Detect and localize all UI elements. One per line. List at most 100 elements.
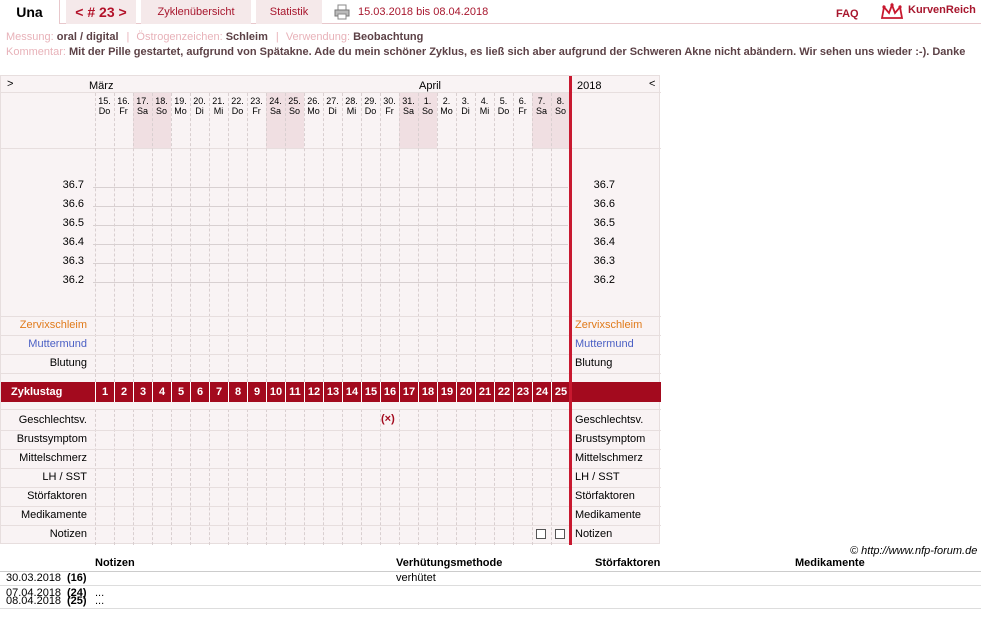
cycle-chart: > < März April 2018 15. Do 16. Fr 17. Sa 18. So… (0, 75, 661, 545)
zyklustag-number[interactable]: 13 (323, 382, 342, 402)
day-header[interactable]: 15. Do (95, 96, 114, 116)
row-date: 08.04.2018 (6, 595, 62, 607)
crown-logo-icon[interactable] (880, 2, 904, 22)
day-weekday: Di (195, 106, 204, 116)
table-row[interactable]: 08.04.2018 (25) ... (0, 595, 981, 609)
day-date: 7. (537, 96, 546, 106)
zyklustag-number[interactable]: 9 (247, 382, 266, 402)
zyklustag-number[interactable]: 22 (494, 382, 513, 402)
zyklustag-number[interactable]: 4 (152, 382, 171, 402)
temp-label-right: 36.3 (593, 255, 615, 267)
row-label-zervixschleim-right: Zervixschleim (575, 319, 643, 331)
day-header[interactable]: 21. Mi (209, 96, 228, 116)
day-date: 4. (480, 96, 489, 106)
zyklustag-number[interactable]: 8 (228, 382, 247, 402)
day-date: 16. (117, 96, 130, 106)
zyklustag-number[interactable]: 19 (437, 382, 456, 402)
oestrogen-value: Schleim (225, 31, 268, 43)
row-label-blutung: Blutung (49, 357, 87, 369)
row-label-stoerfaktoren: Störfaktoren (27, 490, 87, 502)
temp-gridline (93, 244, 568, 245)
zyklustag-number[interactable]: 24 (532, 382, 551, 402)
day-gridline (399, 93, 400, 382)
day-header[interactable]: 24. Sa (266, 96, 285, 116)
tab-statistics[interactable]: Statistik (256, 0, 322, 24)
day-header[interactable]: 20. Di (190, 96, 209, 116)
zyklustag-number[interactable]: 6 (190, 382, 209, 402)
chart-nav-left-button[interactable]: > (7, 78, 13, 90)
day-header[interactable]: 22. Do (228, 96, 247, 116)
user-name: Una (0, 0, 60, 24)
table-row[interactable]: 30.03.2018 (16) verhütet (0, 572, 981, 586)
day-gridline (494, 93, 495, 382)
zyklustag-number[interactable]: 11 (285, 382, 304, 402)
zyklustag-number[interactable]: 17 (399, 382, 418, 402)
day-header[interactable]: 3. Di (456, 96, 475, 116)
zyklustag-number[interactable]: 7 (209, 382, 228, 402)
zyklustag-number[interactable]: 10 (266, 382, 285, 402)
day-header[interactable]: 6. Fr (513, 96, 532, 116)
day-header[interactable]: 5. Do (494, 96, 513, 116)
day-weekday: Fr (518, 106, 527, 116)
day-gridline (456, 93, 457, 382)
zyklustag-number[interactable]: 5 (171, 382, 190, 402)
row-label-mittelschmerz-right: Mittelschmerz (575, 452, 643, 464)
zyklustag-number[interactable]: 15 (361, 382, 380, 402)
day-weekday: Di (461, 106, 470, 116)
day-header[interactable]: 8. So (551, 96, 570, 116)
row-label-muttermund-right: Muttermund (575, 338, 634, 350)
tab-cycle-overview[interactable]: Zyklenübersicht (141, 0, 251, 24)
note-icon[interactable] (555, 529, 565, 539)
row-note: ... (95, 595, 105, 607)
day-weekday: Fr (385, 106, 394, 116)
day-header[interactable]: 1. So (418, 96, 437, 116)
day-header[interactable]: 28. Mi (342, 96, 361, 116)
col-header-medikamente: Medikamente (795, 557, 865, 569)
day-header[interactable]: 29. Do (361, 96, 380, 116)
day-header[interactable]: 23. Fr (247, 96, 266, 116)
day-header[interactable]: 18. So (152, 96, 171, 116)
zyklustag-number[interactable]: 23 (513, 382, 532, 402)
day-header[interactable]: 17. Sa (133, 96, 152, 116)
zyklustag-number[interactable]: 21 (475, 382, 494, 402)
day-date: 21. (212, 96, 225, 106)
day-date: 30. (383, 96, 396, 106)
day-header[interactable]: 7. Sa (532, 96, 551, 116)
zyklustag-number[interactable]: 18 (418, 382, 437, 402)
header-bar: Una < # 23 > Zyklenübersicht Statistik 1… (0, 0, 981, 24)
day-gridline (228, 93, 229, 382)
zyklustag-number[interactable]: 2 (114, 382, 133, 402)
year-label: 2018 (577, 80, 602, 92)
row-label-brustsymptom: Brustsymptom (16, 433, 87, 445)
cycle-prev-button[interactable]: < (75, 4, 83, 20)
day-header[interactable]: 16. Fr (114, 96, 133, 116)
day-header[interactable]: 26. Mo (304, 96, 323, 116)
day-header[interactable]: 4. Mi (475, 96, 494, 116)
zyklustag-number[interactable]: 16 (380, 382, 399, 402)
printer-icon[interactable] (334, 4, 350, 20)
cycle-meta: Messung: oral / digital | Östrogenzeichen… (6, 30, 976, 60)
zyklustag-number[interactable]: 20 (456, 382, 475, 402)
day-header[interactable]: 27. Di (323, 96, 342, 116)
day-weekday: Fr (119, 106, 128, 116)
zyklustag-number[interactable]: 25 (551, 382, 570, 402)
meta-line-2: Kommentar: Mit der Pille gestartet, aufg… (6, 45, 976, 60)
row-label-lh-sst-right: LH / SST (575, 471, 620, 483)
day-header[interactable]: 30. Fr (380, 96, 399, 116)
chart-nav-right-button[interactable]: < (649, 78, 655, 90)
day-header[interactable]: 31. Sa (399, 96, 418, 116)
zyklustag-number[interactable]: 1 (95, 382, 114, 402)
zyklustag-number[interactable]: 14 (342, 382, 361, 402)
zyklustag-number[interactable]: 12 (304, 382, 323, 402)
zyklustag-number[interactable]: 3 (133, 382, 152, 402)
faq-link[interactable]: FAQ (836, 4, 859, 24)
note-icon[interactable] (536, 529, 546, 539)
day-header[interactable]: 25. So (285, 96, 304, 116)
logo-text[interactable]: KurvenReich (908, 4, 976, 16)
day-header[interactable]: 19. Mo (171, 96, 190, 116)
day-header[interactable]: 2. Mo (437, 96, 456, 116)
temp-gridline (93, 282, 568, 283)
intercourse-mark[interactable]: (×) (381, 413, 395, 425)
day-date: 27. (326, 96, 339, 106)
cycle-next-button[interactable]: > (119, 4, 127, 20)
